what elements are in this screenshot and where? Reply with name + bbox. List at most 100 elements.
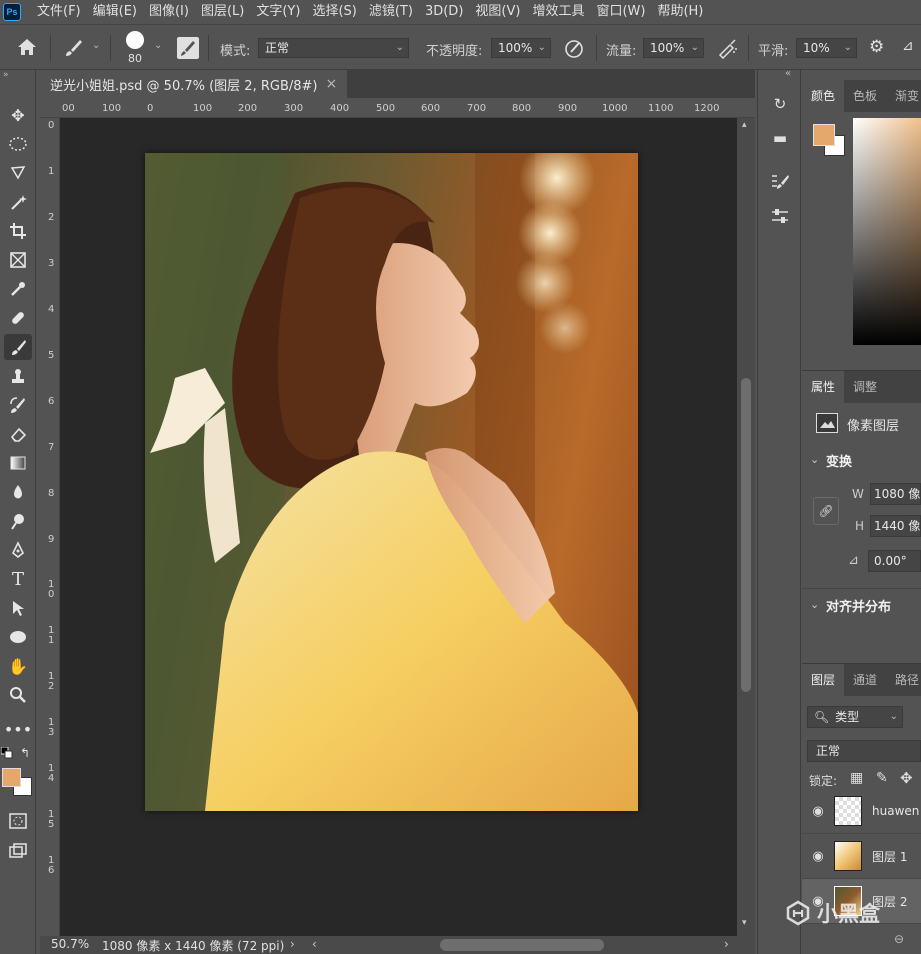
- menu-window[interactable]: 窗口(W): [590, 0, 651, 24]
- menu-file[interactable]: 文件(F): [31, 0, 87, 24]
- menu-view[interactable]: 视图(V): [469, 0, 526, 24]
- ellipse-tool-icon[interactable]: [4, 624, 32, 650]
- foreground-color-swatch[interactable]: [2, 768, 21, 787]
- brush-preset-caret-icon[interactable]: ⌄: [92, 40, 100, 51]
- scroll-down-icon[interactable]: ▾: [742, 918, 747, 928]
- brush-size-caret-icon[interactable]: ⌄: [154, 40, 162, 51]
- screen-mode-icon[interactable]: [4, 838, 32, 864]
- eraser-tool-icon[interactable]: [4, 421, 32, 447]
- marquee-tool-icon[interactable]: [4, 131, 32, 157]
- swap-colors-icon[interactable]: ↰: [20, 746, 30, 760]
- scroll-left-icon[interactable]: ‹: [312, 937, 317, 951]
- tab-gradients[interactable]: 渐变: [886, 80, 921, 112]
- pressure-opacity-icon[interactable]: [563, 37, 585, 59]
- align-section-title[interactable]: 对齐并分布: [826, 596, 891, 615]
- brush-tip-icon[interactable]: [126, 31, 144, 49]
- close-icon[interactable]: ×: [325, 76, 337, 92]
- frame-tool-icon[interactable]: [4, 247, 32, 273]
- history-brush-tool-icon[interactable]: [4, 392, 32, 418]
- menu-layer[interactable]: 图层(L): [195, 0, 250, 24]
- crop-tool-icon[interactable]: [4, 218, 32, 244]
- quick-mask-icon[interactable]: [4, 808, 32, 834]
- scroll-up-icon[interactable]: ▴: [742, 120, 747, 130]
- hand-tool-icon[interactable]: ✋: [4, 653, 32, 679]
- tab-paths[interactable]: 路径: [886, 664, 921, 696]
- layer-row-huawen[interactable]: ◉ huawen: [802, 789, 921, 834]
- eye-icon[interactable]: ◉: [802, 849, 834, 864]
- document-tab[interactable]: 逆光小姐姐.psd @ 50.7% (图层 2, RGB/8#) ×: [40, 70, 348, 98]
- smoothing-input[interactable]: 10% ⌄: [796, 38, 857, 58]
- comments-panel-icon[interactable]: ▬: [766, 126, 794, 150]
- lock-paint-icon[interactable]: ✎: [876, 770, 888, 786]
- menu-type[interactable]: 文字(Y): [250, 0, 306, 24]
- link-dimensions-icon[interactable]: 🔗︎: [813, 497, 839, 525]
- horizontal-scroll-thumb[interactable]: [440, 939, 604, 951]
- tab-adjustments[interactable]: 调整: [844, 371, 886, 403]
- tab-channels[interactable]: 通道: [844, 664, 886, 696]
- collapse-panels-icon[interactable]: «: [785, 68, 791, 79]
- zoom-tool-icon[interactable]: [4, 682, 32, 708]
- lasso-tool-icon[interactable]: [4, 160, 32, 186]
- blend-mode-dropdown[interactable]: 正常: [807, 740, 921, 762]
- link-layers-icon[interactable]: ⊖: [894, 932, 904, 946]
- menu-filter[interactable]: 滤镜(T): [363, 0, 419, 24]
- blur-tool-icon[interactable]: [4, 479, 32, 505]
- menu-plugins[interactable]: 增效工具: [526, 0, 590, 24]
- lock-position-icon[interactable]: ✥: [900, 769, 913, 787]
- status-expand-icon[interactable]: ›: [290, 937, 295, 951]
- brush-preset-icon[interactable]: [62, 37, 84, 59]
- home-icon[interactable]: [16, 37, 38, 57]
- history-panel-icon[interactable]: ↻: [766, 92, 794, 116]
- menu-image[interactable]: 图像(I): [143, 0, 195, 24]
- pen-tool-icon[interactable]: [4, 537, 32, 563]
- scroll-right-icon[interactable]: ›: [724, 937, 729, 951]
- brush-tool-icon[interactable]: [4, 334, 32, 360]
- brush-settings-icon[interactable]: [177, 37, 199, 59]
- flow-input[interactable]: 100% ⌄: [643, 38, 704, 58]
- layer-row-layer1[interactable]: ◉ 图层 1: [802, 834, 921, 879]
- vertical-scroll-thumb[interactable]: [741, 378, 751, 692]
- airbrush-icon[interactable]: [716, 37, 740, 60]
- width-input[interactable]: 1080 像素: [870, 483, 921, 505]
- transform-section-title[interactable]: 变换: [826, 451, 852, 470]
- zoom-level[interactable]: 50.7%: [51, 937, 89, 951]
- clone-stamp-tool-icon[interactable]: [4, 363, 32, 389]
- menu-help[interactable]: 帮助(H): [651, 0, 709, 24]
- vertical-scrollbar[interactable]: ▴ ▾: [737, 118, 755, 936]
- tab-swatches[interactable]: 色板: [844, 80, 886, 112]
- lock-transparent-icon[interactable]: ▦: [850, 770, 863, 786]
- adjust-panel-icon[interactable]: [766, 204, 794, 228]
- tab-layers[interactable]: 图层: [802, 664, 845, 696]
- type-tool-icon[interactable]: T: [4, 566, 32, 592]
- tab-properties[interactable]: 属性: [802, 371, 845, 403]
- dodge-tool-icon[interactable]: [4, 508, 32, 534]
- angle-icon[interactable]: ⊿: [902, 38, 914, 54]
- opacity-input[interactable]: 100% ⌄: [491, 38, 551, 58]
- menu-3d[interactable]: 3D(D): [419, 0, 469, 24]
- more-tools-icon[interactable]: •••: [4, 716, 32, 742]
- path-selection-tool-icon[interactable]: [4, 595, 32, 621]
- chevron-down-icon[interactable]: ⌄: [810, 453, 819, 466]
- eyedropper-tool-icon[interactable]: [4, 276, 32, 302]
- layer-filter-dropdown[interactable]: 🔍︎ 类型 ⌄: [807, 706, 903, 728]
- color-picker-field[interactable]: [853, 118, 921, 345]
- healing-brush-tool-icon[interactable]: [4, 305, 32, 331]
- gradient-tool-icon[interactable]: [4, 450, 32, 476]
- magic-wand-tool-icon[interactable]: [4, 189, 32, 215]
- angle-input[interactable]: 0.00°: [868, 550, 921, 572]
- menu-select[interactable]: 选择(S): [306, 0, 362, 24]
- menu-edit[interactable]: 编辑(E): [87, 0, 143, 24]
- chevron-down-icon[interactable]: ⌄: [810, 598, 819, 611]
- artwork-image[interactable]: [145, 153, 638, 811]
- tab-color[interactable]: 颜色: [802, 80, 845, 112]
- collapse-arrows-icon[interactable]: »: [3, 70, 9, 80]
- move-tool-icon[interactable]: ✥: [4, 102, 32, 128]
- default-colors-icon[interactable]: [0, 746, 13, 759]
- gear-icon[interactable]: ⚙: [869, 37, 884, 57]
- panel-foreground-swatch[interactable]: [813, 124, 835, 146]
- height-input[interactable]: 1440 像素: [870, 515, 921, 537]
- layer-name[interactable]: 图层 1: [872, 848, 907, 865]
- layer-name[interactable]: huawen: [872, 804, 919, 818]
- eye-icon[interactable]: ◉: [802, 804, 834, 819]
- brush-settings-panel-icon[interactable]: [766, 170, 794, 194]
